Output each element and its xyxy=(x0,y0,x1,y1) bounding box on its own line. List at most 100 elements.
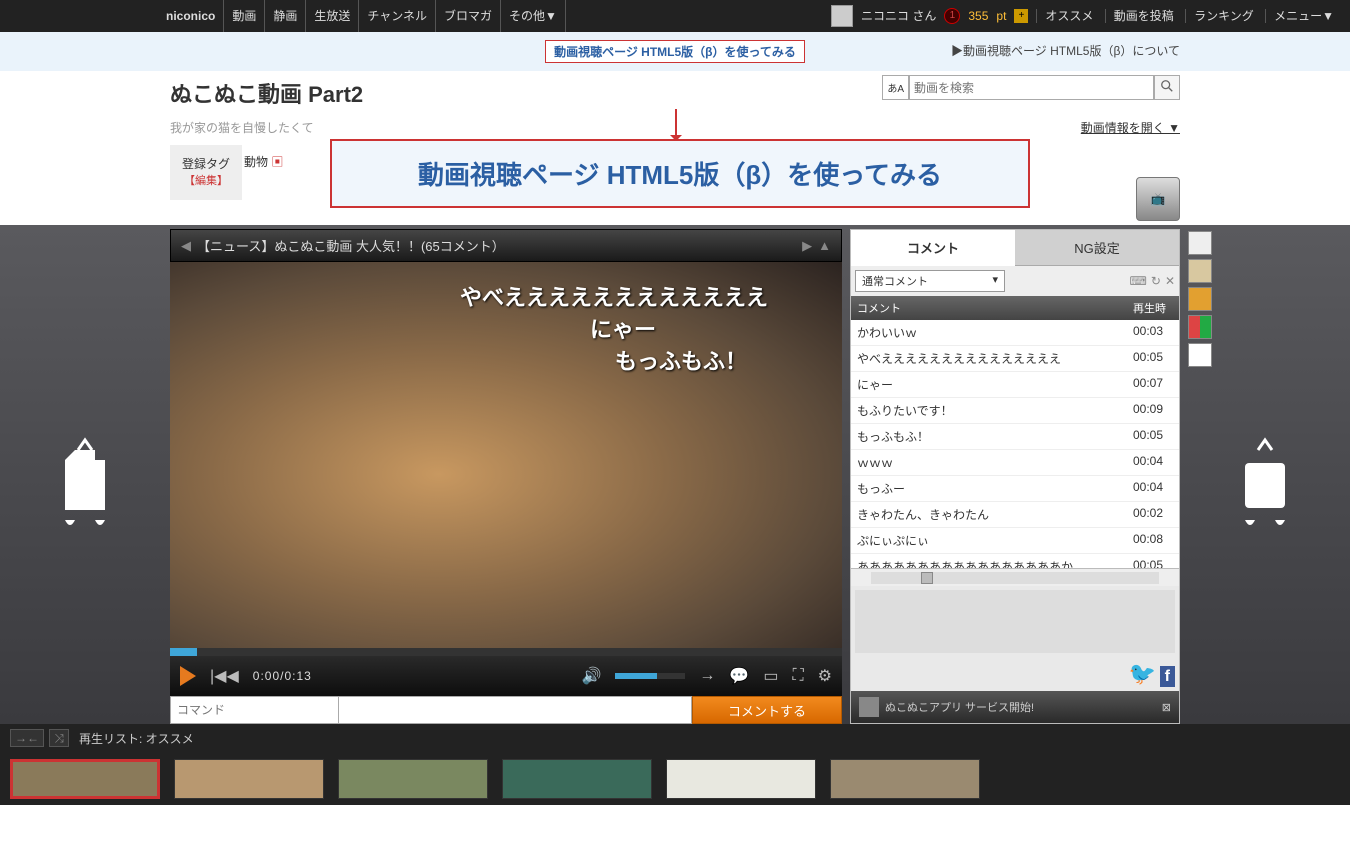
volume-icon[interactable]: 🔊 xyxy=(581,666,601,686)
nav-seiga[interactable]: 静画 xyxy=(265,0,306,32)
repeat-icon[interactable]: → xyxy=(699,667,715,685)
prev-video-button[interactable] xyxy=(40,435,130,525)
nav-upload[interactable]: 動画を投稿 xyxy=(1105,9,1182,23)
close-icon[interactable]: ✕ xyxy=(1165,274,1175,288)
app-icon xyxy=(859,697,879,717)
tag-edit-link[interactable]: 【編集】 xyxy=(182,173,230,190)
playlist-mode-icon[interactable]: →← xyxy=(10,729,44,747)
settings-icon[interactable]: ⚙ xyxy=(818,666,832,686)
open-info-link[interactable]: 動画情報を開く ▼ xyxy=(1081,119,1180,136)
comment-input-row: コメントする xyxy=(170,696,842,724)
add-points-icon[interactable]: + xyxy=(1014,9,1028,23)
html5-banner: 動画視聴ページ HTML5版（β）を使ってみる ▶動画視聴ページ HTML5版（… xyxy=(0,32,1350,71)
facebook-icon[interactable]: f xyxy=(1160,666,1175,687)
side-thumb-2[interactable] xyxy=(1188,259,1212,283)
html5-try-link[interactable]: 動画視聴ページ HTML5版（β）を使ってみる xyxy=(545,40,805,63)
keyboard-icon[interactable]: ⌨ xyxy=(1130,274,1147,288)
comment-list[interactable]: かわいいｗ00:03やべえええええええええええええええ00:05にゃー00:07… xyxy=(851,320,1179,568)
nav-menu[interactable]: メニュー▼ xyxy=(1265,9,1342,23)
news-next-icon[interactable]: ▶ xyxy=(802,238,812,254)
nav-video[interactable]: 動画 xyxy=(224,0,265,32)
comment-row[interactable]: もふりたいです！00:09 xyxy=(851,398,1179,424)
playlist-thumb[interactable] xyxy=(830,759,980,799)
search-button[interactable] xyxy=(1154,75,1180,100)
nav-other[interactable]: その他▼ xyxy=(501,0,566,32)
post-comment-button[interactable]: コメントする xyxy=(692,696,842,724)
nav-recommend[interactable]: オススメ xyxy=(1036,9,1101,23)
html5-big-banner[interactable]: 動画視聴ページ HTML5版（β）を使ってみる xyxy=(330,139,1030,208)
nav-blomaga[interactable]: ブロマガ xyxy=(436,0,501,32)
news-bar[interactable]: ◀ 【ニュース】ぬこぬこ動画 大人気！！(65コメント） ▶ ▲ xyxy=(170,229,842,262)
points[interactable]: 355 xyxy=(968,0,988,32)
nav-channel[interactable]: チャンネル xyxy=(359,0,436,32)
playlist-thumb[interactable] xyxy=(666,759,816,799)
comment-row[interactable]: もっふもふ！00:05 xyxy=(851,424,1179,450)
news-collapse-icon[interactable]: ▲ xyxy=(818,238,831,253)
nav-ranking[interactable]: ランキング xyxy=(1185,9,1262,23)
brand[interactable]: niconico xyxy=(166,0,224,32)
next-video-button[interactable] xyxy=(1220,435,1310,525)
comment-row[interactable]: ぷにぃぷにぃ00:08 xyxy=(851,528,1179,554)
video-frame-image xyxy=(170,262,842,648)
play-button[interactable] xyxy=(180,666,196,686)
app-notice-text: ぬこぬこアプリ サービス開始! xyxy=(885,699,1034,715)
comment-type-select[interactable]: 通常コメント▾ xyxy=(855,270,1005,292)
side-thumbnails xyxy=(1188,231,1212,367)
comment-input[interactable] xyxy=(339,696,692,724)
overlay-comment: もっふもふ！ xyxy=(615,344,747,376)
comment-panel: コメント NG設定 通常コメント▾ ⌨ ↻ ✕ コメント 再生時 かわいいｗ00… xyxy=(850,229,1180,724)
side-thumb-3[interactable] xyxy=(1188,287,1212,311)
app-notice-bar[interactable]: ぬこぬこアプリ サービス開始! ⊠ xyxy=(851,691,1179,723)
side-thumb-5[interactable] xyxy=(1188,343,1212,367)
avatar[interactable] xyxy=(831,5,853,27)
html5-about-link[interactable]: ▶動画視聴ページ HTML5版（β）について xyxy=(951,42,1180,59)
app-notice-close-icon[interactable]: ⊠ xyxy=(1162,701,1171,714)
video-surface[interactable]: やべええええええええええええ にゃー もっふもふ！ xyxy=(170,262,842,648)
video-player: ◀ 【ニュース】ぬこぬこ動画 大人気！！(65コメント） ▶ ▲ やべえええええ… xyxy=(170,229,842,724)
chevron-down-icon: ▾ xyxy=(992,273,998,289)
points-label: pt xyxy=(996,0,1006,32)
comment-row[interactable]: やべえええええええええええええええ00:05 xyxy=(851,346,1179,372)
nav-live[interactable]: 生放送 xyxy=(306,0,359,32)
username[interactable]: ニコニコ さん xyxy=(861,0,936,32)
playlist-thumbs xyxy=(0,753,1350,805)
comment-row[interactable]: あああああああああああああああああか…00:05 xyxy=(851,554,1179,568)
fullscreen-icon[interactable]: ⛶ xyxy=(792,667,803,685)
side-thumb-1[interactable] xyxy=(1188,231,1212,255)
prev-button[interactable]: |◀◀ xyxy=(210,666,239,686)
h-scrollbar[interactable] xyxy=(851,568,1179,586)
volume-slider[interactable] xyxy=(615,673,685,679)
col-time[interactable]: 再生時 xyxy=(1127,296,1179,320)
topbar: niconico 動画 静画 生放送 チャンネル ブロマガ その他▼ ニコニコ … xyxy=(0,0,1350,32)
reload-icon[interactable]: ↻ xyxy=(1151,274,1161,288)
search-box: あA xyxy=(882,75,1180,100)
overlay-comment: にゃー xyxy=(590,312,656,344)
comment-row[interactable]: ｗｗｗ00:04 xyxy=(851,450,1179,476)
search-input[interactable] xyxy=(909,75,1154,100)
tab-ng[interactable]: NG設定 xyxy=(1015,230,1179,266)
comment-display-icon[interactable]: 💬 xyxy=(729,666,749,686)
col-comment[interactable]: コメント xyxy=(851,296,1127,320)
ime-toggle[interactable]: あA xyxy=(882,75,909,100)
tag-animal[interactable]: 動物 ▣ xyxy=(244,153,283,170)
playlist-shuffle-icon[interactable]: ⤨ xyxy=(49,729,69,747)
playlist-thumb[interactable] xyxy=(174,759,324,799)
tv-button[interactable]: 📺 xyxy=(1136,177,1180,221)
comment-row[interactable]: かわいいｗ00:03 xyxy=(851,320,1179,346)
notification-badge[interactable]: 1 xyxy=(944,8,960,24)
comment-row[interactable]: もっふー00:04 xyxy=(851,476,1179,502)
news-prev-icon[interactable]: ◀ xyxy=(181,238,191,254)
playlist-thumb[interactable] xyxy=(338,759,488,799)
side-thumb-4[interactable] xyxy=(1188,315,1212,339)
comment-row[interactable]: にゃー00:07 xyxy=(851,372,1179,398)
playlist-thumb[interactable] xyxy=(10,759,160,799)
comment-row[interactable]: きゃわたん、きゃわたん00:02 xyxy=(851,502,1179,528)
time-display: 0:00/0:13 xyxy=(253,669,312,683)
tag-label: 登録タグ xyxy=(182,155,230,173)
command-input[interactable] xyxy=(170,696,339,724)
playlist-thumb[interactable] xyxy=(502,759,652,799)
tab-comment[interactable]: コメント xyxy=(851,230,1015,266)
seek-bar[interactable] xyxy=(170,648,842,656)
twitter-icon[interactable]: 🐦 xyxy=(1129,661,1156,686)
wide-icon[interactable]: ▭ xyxy=(763,666,778,686)
